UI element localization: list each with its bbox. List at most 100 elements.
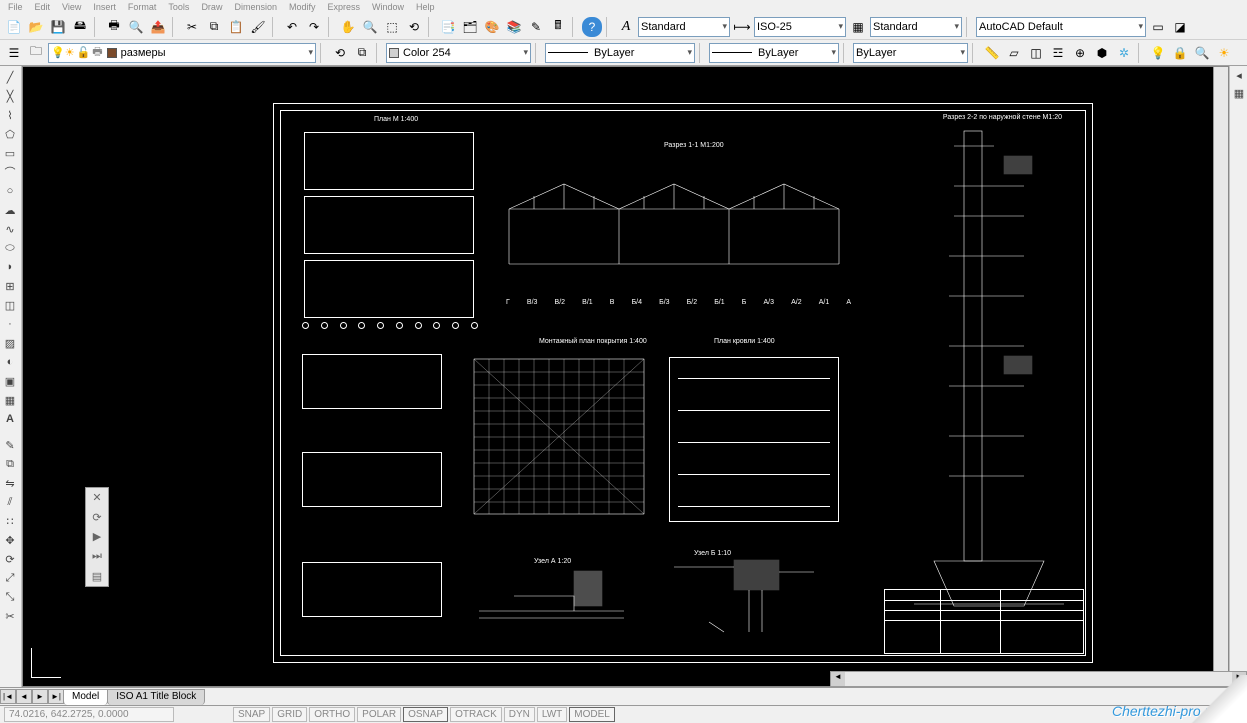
- pan-button[interactable]: ✋: [338, 17, 358, 37]
- tab-first-button[interactable]: |◄: [0, 689, 16, 704]
- markup-button[interactable]: ✎: [526, 17, 546, 37]
- zoom-rt-button[interactable]: 🔍: [360, 17, 380, 37]
- rectangle-button[interactable]: ▭: [1, 144, 19, 162]
- undo-button[interactable]: ↶: [282, 17, 302, 37]
- palette-play-icon[interactable]: ▶: [86, 527, 108, 547]
- rotate-button[interactable]: ⟳: [1, 550, 19, 568]
- scale-button[interactable]: ⤢: [1, 569, 19, 587]
- locate-button[interactable]: ⊕: [1070, 43, 1090, 63]
- list-button[interactable]: ☲: [1048, 43, 1068, 63]
- ucs-1-icon[interactable]: ▭: [1148, 17, 1168, 37]
- ellipse-button[interactable]: ⬭: [1, 239, 19, 257]
- line-button[interactable]: ╱: [1, 68, 19, 86]
- model-viewport[interactable]: План М 1:400 Разрез 1-1 M1:200 Г В/3 В/2: [22, 66, 1229, 687]
- saveall-button[interactable]: 🖴: [70, 17, 90, 37]
- insert-button[interactable]: ⊞: [1, 277, 19, 295]
- sheet-set-button[interactable]: 📚: [504, 17, 524, 37]
- menu-window[interactable]: Window: [372, 2, 404, 12]
- revcloud-button[interactable]: ☁: [1, 201, 19, 219]
- cut-button[interactable]: ✂: [182, 17, 202, 37]
- palette-close-icon[interactable]: ✕: [86, 488, 108, 508]
- dim-style-combo[interactable]: ISO-25: [754, 17, 846, 37]
- mtext-button[interactable]: A: [1, 410, 19, 428]
- erase-button[interactable]: ✎: [1, 436, 19, 454]
- trim-button[interactable]: ✂: [1, 607, 19, 625]
- zoom-prev-button[interactable]: ⟲: [404, 17, 424, 37]
- tab-layout1[interactable]: ISO A1 Title Block: [107, 689, 205, 705]
- publish-button[interactable]: 📤: [148, 17, 168, 37]
- gradient-button[interactable]: ◐: [1, 353, 19, 371]
- lineweight-combo[interactable]: ByLayer: [709, 43, 839, 63]
- match-button[interactable]: 🖌: [248, 17, 268, 37]
- bulb-icon-tb[interactable]: 💡: [1148, 43, 1168, 63]
- open-button[interactable]: 📂: [26, 17, 46, 37]
- tab-next-button[interactable]: ►: [32, 689, 48, 704]
- save-button[interactable]: 💾: [48, 17, 68, 37]
- text-style-icon[interactable]: A: [616, 17, 636, 37]
- massprops-button[interactable]: ⬢: [1092, 43, 1112, 63]
- plot-button[interactable]: 🖶: [104, 17, 124, 37]
- region-button[interactable]: ◫: [1026, 43, 1046, 63]
- vertical-scrollbar[interactable]: [1213, 67, 1228, 686]
- tab-model[interactable]: Model: [63, 689, 108, 705]
- redo-button[interactable]: ↷: [304, 17, 324, 37]
- menu-help[interactable]: Help: [416, 2, 435, 12]
- palette-list-icon[interactable]: ▤: [86, 566, 108, 586]
- layer-prop-button[interactable]: ☰: [4, 43, 24, 63]
- menu-format[interactable]: Format: [128, 2, 157, 12]
- help-button[interactable]: ?: [582, 17, 602, 37]
- plot-style-combo[interactable]: AutoCAD Default: [976, 17, 1146, 37]
- block-button[interactable]: ◫: [1, 296, 19, 314]
- menu-express[interactable]: Express: [328, 2, 361, 12]
- dcenter-button[interactable]: 🗂: [460, 17, 480, 37]
- search-icon[interactable]: 🔍: [1192, 43, 1212, 63]
- osnap-toggle[interactable]: OSNAP: [403, 707, 448, 722]
- calc-button[interactable]: 🖩: [548, 17, 568, 37]
- plotstyle-combo[interactable]: ByLayer: [853, 43, 968, 63]
- menu-draw[interactable]: Draw: [201, 2, 222, 12]
- grid-toggle[interactable]: GRID: [272, 707, 307, 722]
- padlock-icon[interactable]: 🔒: [1170, 43, 1190, 63]
- menu-dimension[interactable]: Dimension: [234, 2, 277, 12]
- lwt-toggle[interactable]: LWT: [537, 707, 567, 722]
- tab-last-button[interactable]: ►|: [48, 689, 64, 704]
- otrack-toggle[interactable]: OTRACK: [450, 707, 502, 722]
- region-button2[interactable]: ▣: [1, 372, 19, 390]
- copy-button[interactable]: ⧉: [204, 17, 224, 37]
- tab-prev-button[interactable]: ◄: [16, 689, 32, 704]
- menu-insert[interactable]: Insert: [93, 2, 116, 12]
- table-style-icon[interactable]: ▦: [848, 17, 868, 37]
- layer-states-button[interactable]: 🗀: [26, 43, 46, 63]
- polar-toggle[interactable]: POLAR: [357, 707, 401, 722]
- area-button[interactable]: ▱: [1004, 43, 1024, 63]
- sun2-icon[interactable]: ☀: [1214, 43, 1234, 63]
- spline-button[interactable]: ∿: [1, 220, 19, 238]
- horizontal-scrollbar[interactable]: [830, 671, 1247, 687]
- dash-button[interactable]: ✲: [1114, 43, 1134, 63]
- arc-button[interactable]: ⌒: [1, 163, 19, 181]
- hatch-button[interactable]: ▨: [1, 334, 19, 352]
- layer-prev-button[interactable]: ⟲: [330, 43, 350, 63]
- menu-edit[interactable]: Edit: [35, 2, 51, 12]
- menu-view[interactable]: View: [62, 2, 81, 12]
- new-button[interactable]: 📄: [4, 17, 24, 37]
- ortho-toggle[interactable]: ORTHO: [309, 707, 355, 722]
- point-button[interactable]: ·: [1, 315, 19, 333]
- model-toggle[interactable]: MODEL: [569, 707, 615, 722]
- palette-refresh-icon[interactable]: ⟳: [86, 508, 108, 528]
- menu-modify[interactable]: Modify: [289, 2, 316, 12]
- pline-button[interactable]: ⌇: [1, 106, 19, 124]
- right-btn-2[interactable]: ▦: [1230, 84, 1247, 102]
- ucs-2-icon[interactable]: ◪: [1170, 17, 1190, 37]
- layer-combo[interactable]: 💡 ☀ 🔓 🖶 размеры: [48, 43, 316, 63]
- array-button[interactable]: ∷: [1, 512, 19, 530]
- xline-button[interactable]: ╳: [1, 87, 19, 105]
- color-combo[interactable]: Color 254: [386, 43, 531, 63]
- offset-button[interactable]: ⫽: [1, 493, 19, 511]
- polygon-button[interactable]: ⬠: [1, 125, 19, 143]
- snap-toggle[interactable]: SNAP: [233, 707, 270, 722]
- circle-button[interactable]: ○: [1, 182, 19, 200]
- text-style-combo[interactable]: Standard: [638, 17, 730, 37]
- move-button[interactable]: ✥: [1, 531, 19, 549]
- layer-filter-button[interactable]: ⧉: [352, 43, 372, 63]
